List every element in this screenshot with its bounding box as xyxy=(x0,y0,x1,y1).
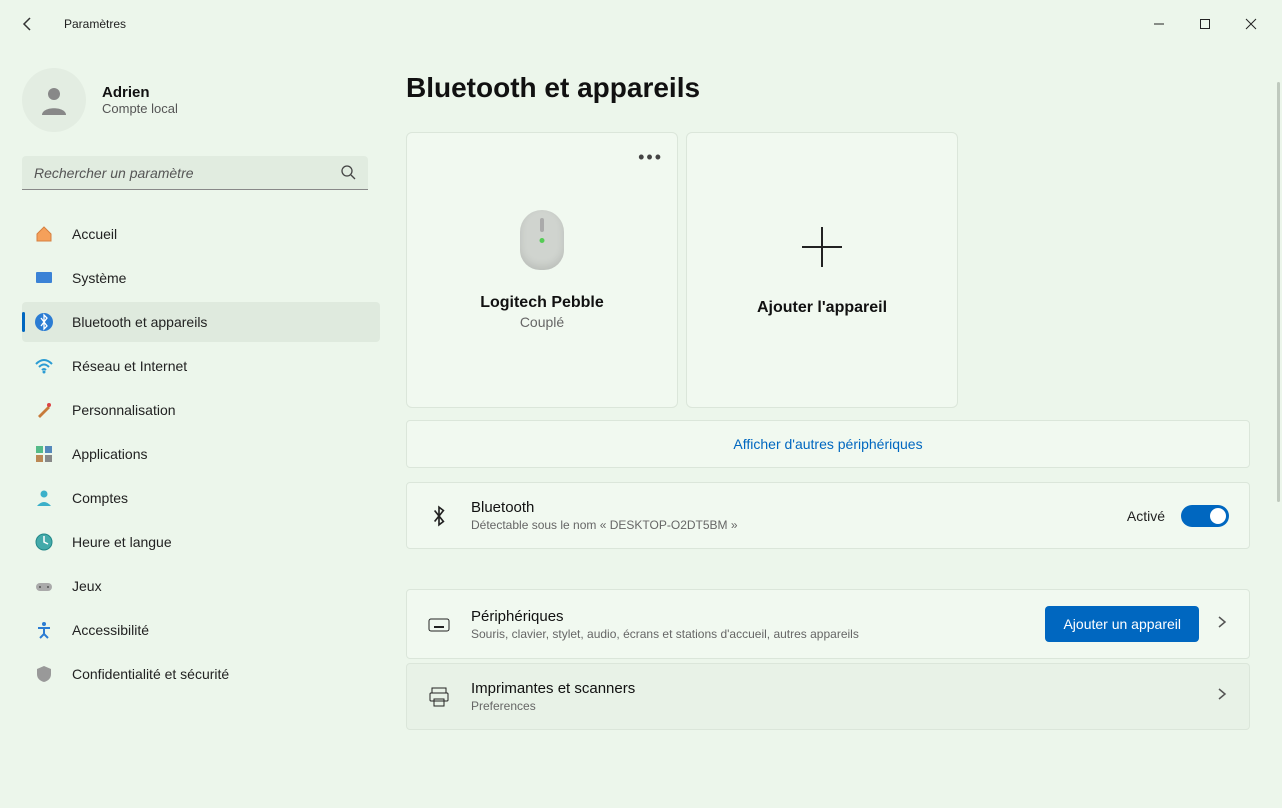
nav-label: Confidentialité et sécurité xyxy=(72,666,229,682)
scrollbar-thumb[interactable] xyxy=(1277,82,1280,502)
person-icon xyxy=(34,488,54,508)
search-input[interactable] xyxy=(22,156,368,190)
search-container xyxy=(22,156,368,190)
wifi-icon xyxy=(34,356,54,376)
nav-label: Applications xyxy=(72,446,148,462)
nav-bluetooth[interactable]: Bluetooth et appareils xyxy=(22,302,380,342)
nav-system[interactable]: Système xyxy=(22,258,380,298)
nav-apps[interactable]: Applications xyxy=(22,434,380,474)
nav: Accueil Système Bluetooth et appareils R… xyxy=(22,214,380,694)
printers-row[interactable]: Imprimantes et scanners Preferences xyxy=(406,663,1250,730)
clock-globe-icon xyxy=(34,532,54,552)
bluetooth-status: Activé xyxy=(1127,508,1165,524)
shield-icon xyxy=(34,664,54,684)
chevron-right-icon xyxy=(1215,687,1229,706)
show-more-devices-link[interactable]: Afficher d'autres périphériques xyxy=(406,420,1250,468)
user-subtitle: Compte local xyxy=(102,101,178,116)
sidebar: Adrien Compte local Accueil Système Blue… xyxy=(0,48,390,808)
bluetooth-toggle[interactable] xyxy=(1181,505,1229,527)
back-button[interactable] xyxy=(8,4,48,44)
bluetooth-icon xyxy=(427,505,451,527)
gamepad-icon xyxy=(34,576,54,596)
device-name: Logitech Pebble xyxy=(480,294,604,312)
search-icon xyxy=(340,164,356,185)
system-icon xyxy=(34,268,54,288)
nav-label: Heure et langue xyxy=(72,534,172,550)
add-device-label: Ajouter l'appareil xyxy=(757,299,887,317)
nav-personalization[interactable]: Personnalisation xyxy=(22,390,380,430)
nav-label: Accessibilité xyxy=(72,622,149,638)
brush-icon xyxy=(34,400,54,420)
keyboard-icon xyxy=(427,612,451,636)
user-name: Adrien xyxy=(102,84,178,101)
nav-network[interactable]: Réseau et Internet xyxy=(22,346,380,386)
nav-label: Bluetooth et appareils xyxy=(72,314,207,330)
bluetooth-icon xyxy=(34,312,54,332)
home-icon xyxy=(34,224,54,244)
titlebar: Paramètres xyxy=(0,0,1282,48)
plus-icon xyxy=(798,223,846,271)
main-content: Bluetooth et appareils ••• Logitech Pebb… xyxy=(390,48,1282,808)
nav-accounts[interactable]: Comptes xyxy=(22,478,380,518)
peripherals-subtitle: Souris, clavier, stylet, audio, écrans e… xyxy=(471,627,1025,641)
avatar xyxy=(22,68,86,132)
printers-title: Imprimantes et scanners xyxy=(471,680,1195,697)
device-status: Couplé xyxy=(520,314,564,330)
close-button[interactable] xyxy=(1228,8,1274,40)
nav-games[interactable]: Jeux xyxy=(22,566,380,606)
add-device-card[interactable]: Ajouter l'appareil xyxy=(686,132,958,408)
nav-label: Jeux xyxy=(72,578,102,594)
chevron-right-icon xyxy=(1215,615,1229,634)
printer-icon xyxy=(427,685,451,709)
device-cards: ••• Logitech Pebble Couplé Ajouter l'app… xyxy=(406,132,1258,408)
nav-time[interactable]: Heure et langue xyxy=(22,522,380,562)
mouse-icon xyxy=(520,210,564,270)
nav-home[interactable]: Accueil xyxy=(22,214,380,254)
apps-icon xyxy=(34,444,54,464)
device-card-mouse[interactable]: ••• Logitech Pebble Couplé xyxy=(406,132,678,408)
nav-label: Personnalisation xyxy=(72,402,176,418)
user-profile[interactable]: Adrien Compte local xyxy=(22,68,380,132)
accessibility-icon xyxy=(34,620,54,640)
bluetooth-row: Bluetooth Détectable sous le nom « DESKT… xyxy=(406,482,1250,549)
window-title: Paramètres xyxy=(64,17,126,31)
nav-label: Réseau et Internet xyxy=(72,358,187,374)
bluetooth-subtitle: Détectable sous le nom « DESKTOP-O2DT5BM… xyxy=(471,518,1107,532)
nav-label: Accueil xyxy=(72,226,117,242)
more-icon[interactable]: ••• xyxy=(638,147,663,168)
add-peripheral-button[interactable]: Ajouter un appareil xyxy=(1045,606,1199,642)
peripherals-title: Périphériques xyxy=(471,608,1025,625)
scrollbar[interactable] xyxy=(1276,48,1280,808)
nav-label: Comptes xyxy=(72,490,128,506)
page-title: Bluetooth et appareils xyxy=(406,72,1258,104)
peripherals-row[interactable]: Périphériques Souris, clavier, stylet, a… xyxy=(406,589,1250,659)
arrow-left-icon xyxy=(20,16,36,32)
bluetooth-title: Bluetooth xyxy=(471,499,1107,516)
maximize-button[interactable] xyxy=(1182,8,1228,40)
nav-privacy[interactable]: Confidentialité et sécurité xyxy=(22,654,380,694)
nav-accessibility[interactable]: Accessibilité xyxy=(22,610,380,650)
minimize-button[interactable] xyxy=(1136,8,1182,40)
nav-label: Système xyxy=(72,270,126,286)
printers-subtitle: Preferences xyxy=(471,699,1195,713)
window-controls xyxy=(1136,8,1274,40)
